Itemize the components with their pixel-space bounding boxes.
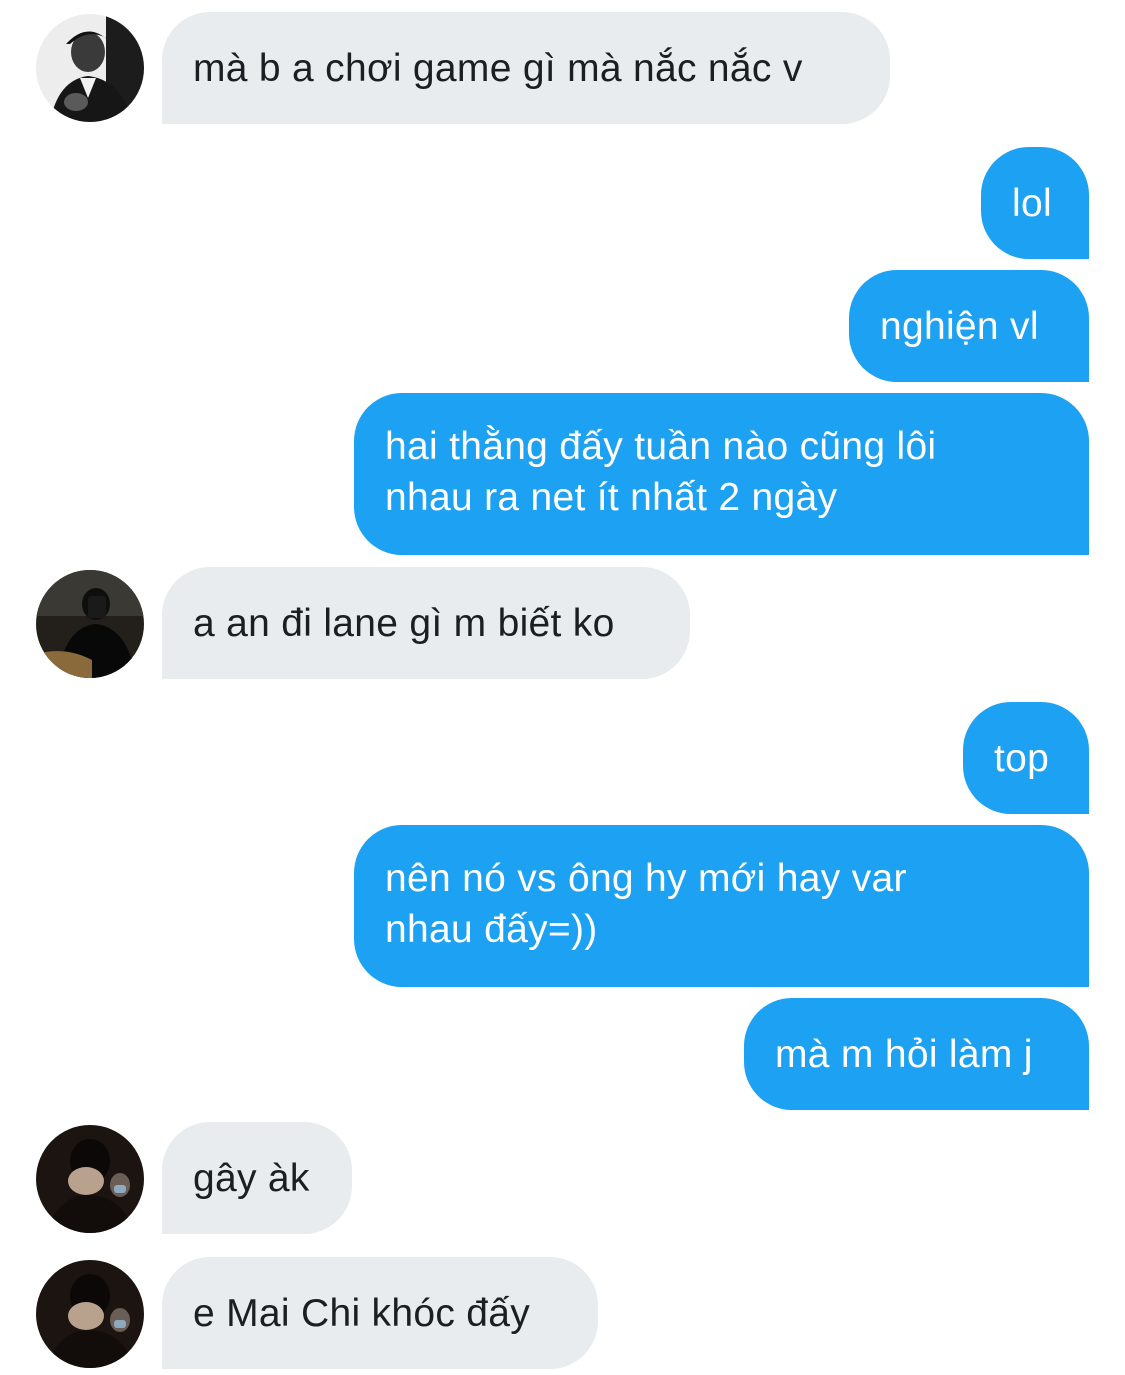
- message-row-outgoing: hai thằng đấy tuần nào cũng lôi nhau ra …: [0, 393, 1125, 555]
- message-text: top: [994, 736, 1050, 780]
- message-text: lol: [1012, 181, 1052, 225]
- message-text: mà m hỏi làm j: [775, 1032, 1033, 1076]
- message-row-outgoing: top: [0, 702, 1125, 814]
- message-row-outgoing: mà m hỏi làm j: [0, 998, 1125, 1110]
- message-bubble[interactable]: nghiện vl: [849, 270, 1089, 382]
- message-bubble[interactable]: top: [963, 702, 1089, 814]
- message-text: a an đi lane gì m biết ko: [193, 601, 615, 645]
- message-bubble[interactable]: e Mai Chi khóc đấy: [162, 1257, 598, 1369]
- message-bubble[interactable]: mà b a chơi game gì mà nắc nắc v: [162, 12, 890, 124]
- message-bubble[interactable]: hai thằng đấy tuần nào cũng lôi nhau ra …: [354, 393, 1089, 555]
- message-row-outgoing: nên nó vs ông hy mới hay var nhau đấy=)): [0, 825, 1125, 987]
- message-text: mà b a chơi game gì mà nắc nắc v: [193, 46, 803, 90]
- avatar[interactable]: [36, 14, 144, 122]
- avatar[interactable]: [36, 570, 144, 678]
- message-row-incoming: a an đi lane gì m biết ko: [0, 567, 1125, 679]
- message-row-incoming: e Mai Chi khóc đấy: [0, 1257, 1125, 1369]
- avatar[interactable]: [36, 1125, 144, 1233]
- avatar-photo: [36, 570, 144, 678]
- message-bubble[interactable]: gây àk: [162, 1122, 352, 1234]
- message-bubble[interactable]: nên nó vs ông hy mới hay var nhau đấy=)): [354, 825, 1089, 987]
- message-text: nên nó vs ông hy mới hay var nhau đấy=)): [385, 857, 907, 951]
- avatar-photo: [36, 1125, 144, 1233]
- message-bubble[interactable]: a an đi lane gì m biết ko: [162, 567, 690, 679]
- message-row-incoming: gây àk: [0, 1122, 1125, 1234]
- message-text: e Mai Chi khóc đấy: [193, 1291, 531, 1335]
- message-text: gây àk: [193, 1156, 310, 1200]
- message-bubble[interactable]: mà m hỏi làm j: [744, 998, 1089, 1110]
- avatar-photo: [36, 14, 144, 122]
- message-text: hai thằng đấy tuần nào cũng lôi nhau ra …: [385, 425, 937, 519]
- message-row-outgoing: nghiện vl: [0, 270, 1125, 382]
- message-row-incoming: mà b a chơi game gì mà nắc nắc v: [0, 12, 1125, 124]
- message-bubble[interactable]: lol: [981, 147, 1089, 259]
- message-row-outgoing: lol: [0, 147, 1125, 259]
- avatar[interactable]: [36, 1260, 144, 1368]
- message-text: nghiện vl: [880, 304, 1039, 348]
- avatar-photo: [36, 1260, 144, 1368]
